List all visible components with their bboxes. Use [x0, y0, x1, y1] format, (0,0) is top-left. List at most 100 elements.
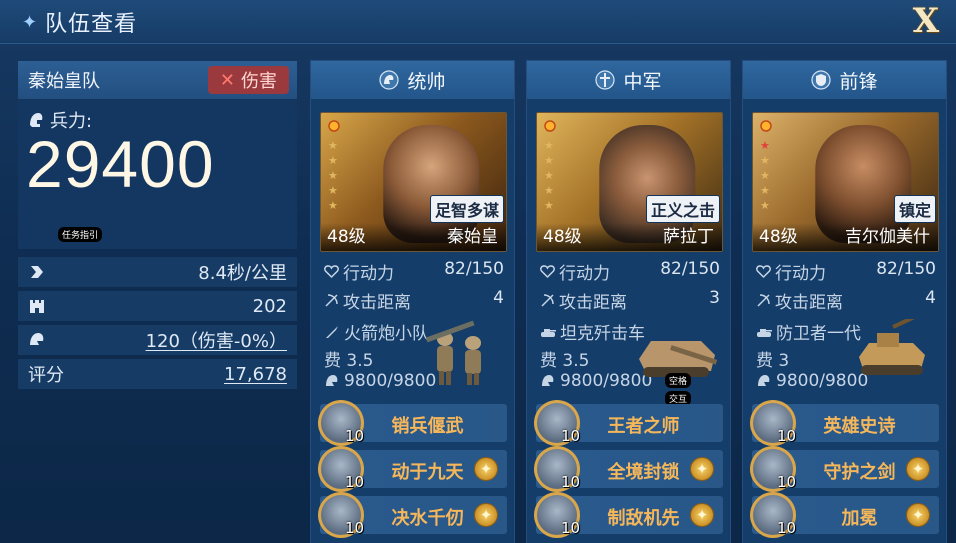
sparkle-icon: ✦ [22, 11, 38, 33]
skill-slot[interactable]: 10 决水千仞 ✦ [318, 492, 507, 538]
score-value[interactable]: 17,678 [224, 364, 287, 385]
skill-slot[interactable]: 10 王者之师 [534, 400, 723, 446]
skill-slot[interactable]: 10 销兵偃武 [318, 400, 507, 446]
range-value: 4 [493, 288, 504, 308]
skill-level: 10 [561, 519, 581, 537]
aa-tank-icon [859, 319, 925, 375]
hero-portrait[interactable]: ★ ★ ★ ★ ★ 足智多谋 48级 秦始皇 [320, 112, 507, 252]
action-row: 行动力 82/150 [756, 259, 936, 284]
team-name: 秦始皇队 [28, 71, 100, 92]
damage-type-badge[interactable]: ✕ 伤害 [207, 66, 289, 94]
star-rating: ★ ★ ★ ★ ★ [760, 139, 770, 212]
skill-star-icon[interactable]: ✦ [906, 503, 930, 527]
score-label: 评分 [28, 365, 64, 386]
action-row: 行动力 82/150 [324, 259, 504, 284]
range-row: 攻击距离 4 [756, 288, 936, 313]
skill-level: 10 [777, 427, 797, 445]
trait-badge[interactable]: 正义之击 [645, 195, 720, 223]
star-icon: ★ [760, 154, 770, 167]
bow-icon [757, 294, 770, 307]
hint-tag: 空格 [665, 373, 692, 388]
skill-name: 制敌机先 [607, 508, 680, 529]
role-label: 中军 [623, 70, 662, 93]
skill-star-icon[interactable]: ✦ [690, 457, 714, 481]
hero-portrait[interactable]: ★ ★ ★ ★ ★ 镇定 48级 吉尔伽美什 [752, 112, 939, 252]
close-button[interactable]: X [906, 1, 946, 41]
skill-name: 决水千仞 [391, 508, 464, 529]
skill-level: 10 [777, 519, 797, 537]
action-label: 行动力 [559, 264, 610, 284]
hero-portrait[interactable]: ★ ★ ★ ★ ★ 正义之击 48级 萨拉丁 [536, 112, 723, 252]
range-label: 攻击距离 [775, 293, 843, 313]
star-icon: ★ [760, 139, 770, 152]
team-header: 秦始皇队 ✕ 伤害 [18, 61, 297, 99]
trait-badge[interactable]: 镇定 [893, 195, 936, 223]
sun-icon [544, 120, 556, 132]
helmet-icon [542, 375, 554, 386]
header-bar: ✦ 队伍查看 X [0, 0, 956, 44]
tank-icon [541, 328, 556, 337]
skill-slot[interactable]: 10 全境封锁 ✦ [534, 446, 723, 492]
star-icon: ★ [760, 199, 770, 212]
star-icon: ★ [760, 184, 770, 197]
castle-icon [30, 300, 44, 313]
damage-label: 伤害 [241, 71, 277, 92]
portrait-footer: 48级 吉尔伽美什 [753, 223, 938, 251]
action-label: 行动力 [775, 264, 826, 284]
vanguard-shield-icon [811, 70, 832, 90]
star-rating: ★ ★ ★ ★ ★ [544, 139, 554, 212]
commander-helmet-icon [379, 70, 400, 90]
card-header: 统帅 [311, 61, 514, 99]
action-label: 行动力 [343, 264, 394, 284]
troops-value: 29400 [26, 127, 215, 201]
sun-icon [328, 120, 340, 132]
skill-level: 10 [345, 519, 365, 537]
skill-slot[interactable]: 10 守护之剑 ✦ [750, 446, 939, 492]
unit-block[interactable]: 火箭炮小队 费 3.5 9800/9800 [324, 319, 509, 393]
card-header: 前锋 [743, 61, 946, 99]
defense-value[interactable]: 120（伤害-0%） [146, 327, 287, 353]
range-label: 攻击距离 [559, 293, 627, 313]
unit-block[interactable]: 防卫者一代 费 3 9800/9800 [756, 319, 941, 393]
skill-level: 10 [561, 427, 581, 445]
range-value: 3 [709, 288, 720, 308]
hero-level: 48级 [543, 227, 582, 247]
star-icon: ★ [328, 169, 338, 182]
hero-card-commander: 统帅 ★ ★ ★ ★ ★ 足智多谋 48级 秦始皇 行动力 82/150 攻击距… [310, 60, 515, 543]
skill-star-icon[interactable]: ✦ [690, 503, 714, 527]
skill-star-icon[interactable]: ✦ [474, 503, 498, 527]
hero-name: 吉尔伽美什 [845, 227, 930, 247]
skill-name: 销兵偃武 [391, 416, 464, 437]
hero-card-vanguard: 前锋 ★ ★ ★ ★ ★ 镇定 48级 吉尔伽美什 行动力 82/150 攻击距… [742, 60, 947, 543]
star-icon: ★ [760, 169, 770, 182]
skill-slot[interactable]: 10 动于九天 ✦ [318, 446, 507, 492]
skill-level: 10 [561, 473, 581, 491]
march-speed-value: 8.4秒/公里 [198, 263, 287, 284]
guide-tooltip: 任务指引 [58, 227, 103, 242]
tank-icon [757, 328, 772, 337]
skill-star-icon[interactable]: ✦ [906, 457, 930, 481]
skill-level: 10 [345, 473, 365, 491]
portrait-footer: 48级 萨拉丁 [537, 223, 722, 251]
bow-icon [541, 294, 554, 307]
skill-slot[interactable]: 10 英雄史诗 [750, 400, 939, 446]
action-value: 82/150 [444, 259, 504, 279]
skill-slot[interactable]: 10 制敌机先 ✦ [534, 492, 723, 538]
unit-block[interactable]: 坦克歼击车 费 3.5 9800/9800 [540, 319, 725, 393]
star-icon: ★ [544, 184, 554, 197]
siege-row: 202 [18, 291, 297, 321]
helmet-icon [326, 375, 338, 386]
skill-star-icon[interactable]: ✦ [474, 457, 498, 481]
heart-pulse-icon [540, 265, 555, 279]
trait-badge[interactable]: 足智多谋 [429, 195, 504, 223]
star-icon: ★ [328, 139, 338, 152]
skill-name: 全境封锁 [607, 462, 680, 483]
team-summary-panel: 秦始皇队 ✕ 伤害 兵力: 29400 任务指引 8.4秒/公里 202 120… [18, 61, 297, 391]
helmet-icon [30, 333, 44, 345]
skill-slot[interactable]: 10 加冕 ✦ [750, 492, 939, 538]
card-header: 中军 [527, 61, 730, 99]
bow-icon [325, 294, 338, 307]
skill-name: 守护之剑 [823, 462, 896, 483]
hero-name: 萨拉丁 [663, 227, 714, 247]
sun-icon [760, 120, 772, 132]
